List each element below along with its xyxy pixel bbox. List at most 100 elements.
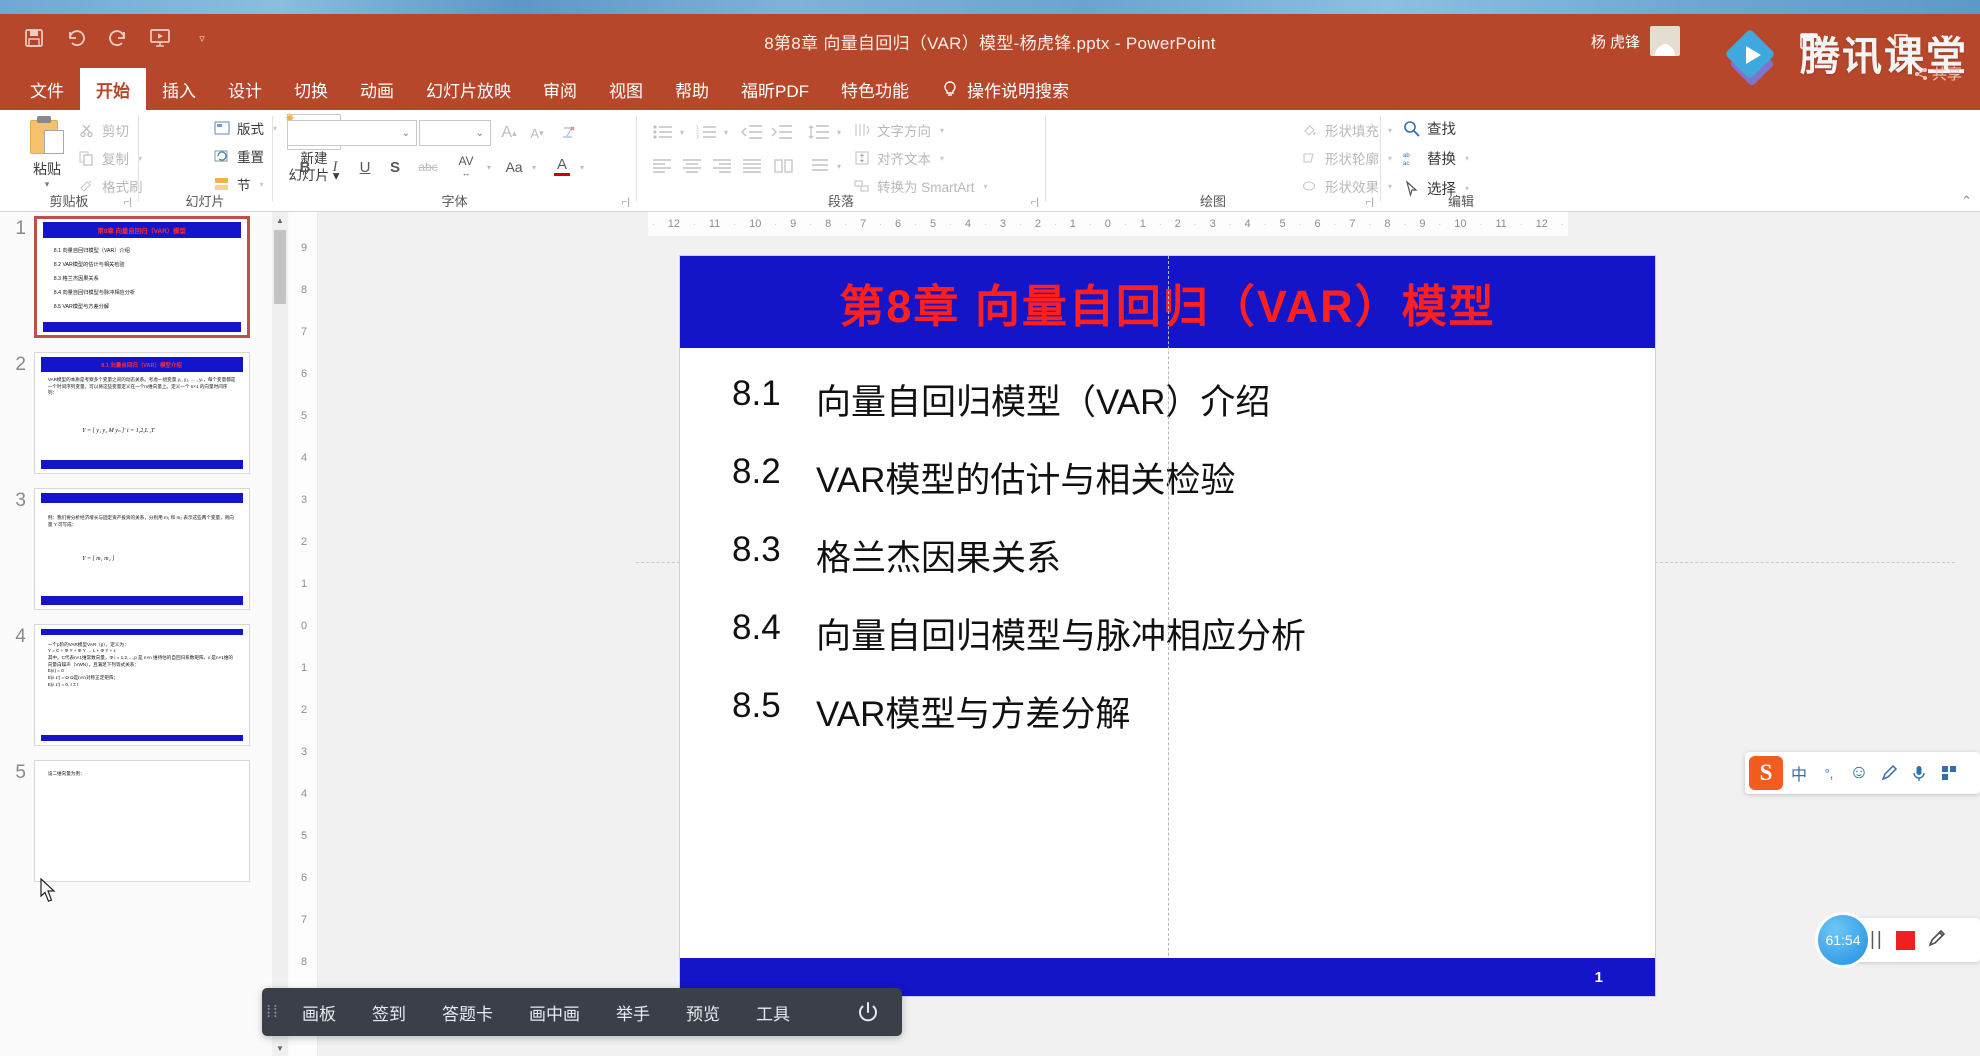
thumbnail-scrollbar[interactable]: ▲ ▼ [272, 212, 288, 1056]
ime-pen-icon[interactable] [1875, 756, 1903, 790]
undo-icon[interactable] [64, 26, 88, 50]
thumbnail-item-3[interactable]: 3 例：我们要分析经济增长与固定资产投资的关系，分别用 m₁ 和 m₂ 表示这些… [0, 488, 290, 610]
sogou-logo-icon[interactable]: S [1749, 756, 1783, 790]
replace-button[interactable]: ab ac 替换 ▾ [1403, 148, 1469, 169]
power-icon[interactable] [856, 1000, 880, 1024]
scroll-down-arrow-icon[interactable]: ▼ [272, 1040, 288, 1056]
toolbar-item-preview[interactable]: 预览 [668, 1000, 738, 1025]
smartart-caret[interactable]: ▾ [984, 182, 988, 191]
thumbnail-slide-2[interactable]: 8.1 向量自回归（VAR）模型介绍 VAR模型的本质是考察多个变量之间的动态关… [34, 352, 250, 474]
thumbnail-item-1[interactable]: 1 第8章 向量自回归（VAR）模型 8.1 向量自回归模型（VAR）介绍 8.… [0, 216, 290, 338]
tab-foxit-pdf[interactable]: 福昕PDF [725, 68, 825, 110]
toolbar-item-pip[interactable]: 画中画 [511, 1000, 598, 1025]
numbering-button[interactable]: 123 [693, 120, 721, 144]
paragraph-dialog-launcher[interactable]: ⌐| [1031, 197, 1039, 208]
thumbnail-slide-3[interactable]: 例：我们要分析经济增长与固定资产投资的关系，分别用 m₁ 和 m₂ 表示这些两个… [34, 488, 250, 610]
decrease-indent-button[interactable] [739, 120, 765, 144]
layout-button[interactable]: 版式 ▾ [213, 118, 277, 138]
slide-thumbnail-pane[interactable]: 1 第8章 向量自回归（VAR）模型 8.1 向量自回归模型（VAR）介绍 8.… [0, 212, 290, 1056]
align-text-button[interactable]: 对齐文本 ▾ [853, 148, 944, 168]
font-dialog-launcher[interactable]: ⌐| [622, 197, 630, 208]
cut-button[interactable]: 剪切 [78, 120, 129, 140]
pause-recording-button[interactable]: || [1870, 929, 1884, 951]
thumbnail-item-4[interactable]: 4 一个p阶的VAR模型VAR（p），定义为： Y = C + Φ Y + Φ … [0, 624, 290, 746]
numbering-caret[interactable]: ▾ [721, 126, 731, 138]
toolbar-item-answer-card[interactable]: 答题卡 [424, 1000, 511, 1025]
clear-formatting-button[interactable] [555, 120, 581, 146]
text-shadow-button[interactable]: S [383, 154, 407, 180]
stop-recording-button[interactable] [1895, 930, 1915, 950]
section-caret[interactable]: ▾ [260, 180, 264, 189]
thumbnail-slide-4[interactable]: 一个p阶的VAR模型VAR（p），定义为： Y = C + Φ Y + Φ Y … [34, 624, 250, 746]
change-case-caret[interactable]: ▾ [529, 160, 539, 174]
reset-button[interactable]: 重置 [213, 146, 264, 166]
character-spacing-caret[interactable]: ▾ [484, 160, 494, 174]
drawing-dialog-launcher[interactable]: ⌐| [1366, 197, 1374, 208]
font-name-input[interactable]: ⌄ [287, 120, 417, 146]
slide-editing-stage[interactable]: · 12 · 11 · 10 · 9 · 8 · 7 · 6 · 5 · 4 · 3 · 2 · 1 ·… [318, 212, 1980, 1056]
bullets-caret[interactable]: ▾ [677, 126, 687, 138]
italic-button[interactable]: I [323, 154, 347, 180]
convert-to-columns-button[interactable] [805, 154, 833, 178]
thumbnail-slide-1[interactable]: 第8章 向量自回归（VAR）模型 8.1 向量自回归模型（VAR）介绍 8.2 … [34, 216, 250, 338]
align-left-button[interactable] [649, 154, 675, 178]
sogou-ime-toolbar[interactable]: S 中 °, ☺ [1745, 752, 1980, 794]
find-button[interactable]: 查找 [1403, 118, 1456, 139]
font-color-button[interactable]: A [549, 152, 575, 180]
ime-mic-icon[interactable] [1905, 756, 1933, 790]
line-spacing-button[interactable] [805, 120, 833, 144]
columns-caret[interactable]: ▾ [834, 160, 844, 172]
annotate-pen-icon[interactable] [1927, 928, 1947, 953]
redo-icon[interactable] [106, 26, 130, 50]
justify-button[interactable] [739, 154, 765, 178]
toolbar-item-whiteboard[interactable]: 画板 [284, 1000, 354, 1025]
tab-view[interactable]: 视图 [593, 68, 659, 110]
tab-help[interactable]: 帮助 [659, 68, 725, 110]
thumbnail-item-5[interactable]: 5 设二维向量为例： [0, 760, 290, 882]
paste-button[interactable]: 粘贴 ▾ [16, 116, 78, 190]
ime-menu-grid-icon[interactable] [1935, 756, 1963, 790]
shape-outline-button[interactable]: 形状轮廓 ▾ [1301, 148, 1392, 168]
ime-emoji-icon[interactable]: ☺ [1845, 756, 1873, 790]
tab-animations[interactable]: 动画 [344, 68, 410, 110]
toolbar-item-raise-hand[interactable]: 举手 [598, 1000, 668, 1025]
start-slideshow-icon[interactable] [148, 26, 172, 50]
bullets-button[interactable] [649, 120, 677, 144]
save-icon[interactable] [22, 26, 46, 50]
decrease-font-size-button[interactable]: A ▾ [525, 120, 549, 146]
thumbnail-slide-5[interactable]: 设二维向量为例： [34, 760, 250, 882]
increase-indent-button[interactable] [769, 120, 795, 144]
columns-button[interactable] [771, 154, 797, 178]
align-right-button[interactable] [709, 154, 735, 178]
tab-file[interactable]: 文件 [14, 68, 80, 110]
thumbnail-item-2[interactable]: 2 8.1 向量自回归（VAR）模型介绍 VAR模型的本质是考察多个变量之间的动… [0, 352, 290, 474]
toolbar-item-signin[interactable]: 签到 [354, 1000, 424, 1025]
chevron-down-icon[interactable]: ⌄ [402, 128, 410, 139]
scrollbar-thumb[interactable] [274, 230, 286, 304]
text-direction-caret[interactable]: ▾ [940, 126, 944, 135]
ime-mode-toggle[interactable]: 中 [1785, 756, 1813, 790]
slide-body-placeholder[interactable]: 8.1 向量自回归模型（VAR）介绍 8.2 VAR模型的估计与相关检验 8.3… [732, 374, 1612, 764]
change-case-button[interactable]: Aa [499, 154, 529, 180]
font-color-caret[interactable]: ▾ [577, 160, 587, 174]
recording-widget[interactable]: 61:54 || [1818, 915, 1980, 965]
underline-button[interactable]: U [353, 154, 377, 180]
scroll-up-arrow-icon[interactable]: ▲ [272, 212, 288, 228]
live-class-toolbar[interactable]: ⁞⁞ 画板 签到 答题卡 画中画 举手 预览 工具 [262, 988, 902, 1036]
collapse-ribbon-button[interactable]: ⌃ [1961, 193, 1972, 209]
tab-features[interactable]: 特色功能 [825, 68, 925, 110]
toolbar-item-tools[interactable]: 工具 [738, 1000, 808, 1025]
line-spacing-caret[interactable]: ▾ [834, 126, 844, 138]
text-direction-button[interactable]: 文字方向 ▾ [853, 120, 944, 140]
avatar[interactable] [1650, 26, 1680, 56]
tab-slideshow[interactable]: 幻灯片放映 [410, 68, 527, 110]
user-account[interactable]: 杨 虎锋 [1591, 26, 1680, 56]
customize-quick-access-icon[interactable]: ▿ [190, 26, 214, 50]
shape-fill-button[interactable]: 形状填充 ▾ [1301, 120, 1392, 140]
bold-button[interactable]: B [293, 154, 317, 180]
tab-home[interactable]: 开始 [80, 68, 146, 110]
align-text-caret[interactable]: ▾ [940, 154, 944, 163]
drag-handle-icon[interactable]: ⁞⁞ [262, 1002, 284, 1022]
font-size-input[interactable]: ⌄ [419, 120, 491, 146]
tab-review[interactable]: 审阅 [527, 68, 593, 110]
